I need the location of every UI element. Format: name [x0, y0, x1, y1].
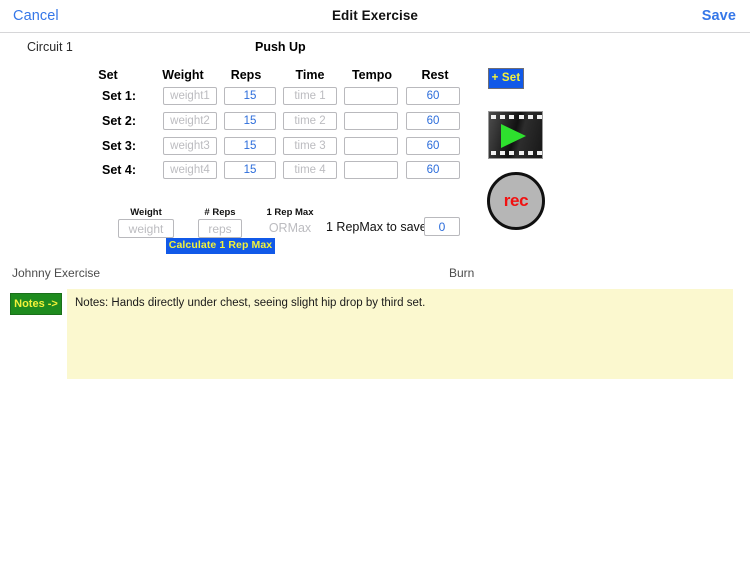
reps-input-set-2[interactable] — [224, 112, 276, 130]
rest-input-set-3[interactable] — [406, 137, 460, 155]
rest-input-set-2[interactable] — [406, 112, 460, 130]
tempo-input-set-1[interactable] — [344, 87, 398, 105]
notes-textarea[interactable] — [67, 289, 733, 379]
notes-button[interactable]: Notes -> — [10, 293, 62, 315]
repmax-weight-label: Weight — [130, 207, 162, 218]
weight-input-set-2[interactable] — [163, 112, 217, 130]
repmax-reps-label: # Reps — [204, 207, 236, 218]
column-header-rest: Rest — [421, 68, 449, 82]
rest-input-set-1[interactable] — [406, 87, 460, 105]
repmax-result-label: 1 Rep Max — [266, 207, 314, 218]
reps-input-set-3[interactable] — [224, 137, 276, 155]
rest-input-set-4[interactable] — [406, 161, 460, 179]
footer-burn-label: Burn — [449, 266, 475, 280]
footer-user-label: Johnny Exercise — [12, 266, 101, 280]
row-label-set-1: Set 1: — [102, 89, 137, 103]
repmax-result-value: ORMax — [268, 221, 312, 235]
row-label-set-4: Set 4: — [102, 163, 137, 177]
time-input-set-3[interactable] — [283, 137, 337, 155]
repmax-weight-input[interactable] — [118, 219, 174, 238]
repmax-to-save-label: 1 RepMax to save: — [326, 220, 431, 234]
exercise-name: Push Up — [255, 40, 306, 54]
tempo-input-set-2[interactable] — [344, 112, 398, 130]
weight-input-set-3[interactable] — [163, 137, 217, 155]
column-header-reps: Reps — [230, 68, 262, 82]
navigation-bar: Cancel Edit Exercise Save — [0, 0, 750, 33]
tempo-input-set-4[interactable] — [344, 161, 398, 179]
sets-table: Set Weight Reps Time Tempo Rest Set 1: S… — [0, 0, 750, 562]
weight-input-set-4[interactable] — [163, 161, 217, 179]
add-set-button[interactable]: + Set — [488, 68, 524, 89]
column-header-weight: Weight — [162, 68, 204, 82]
film-sprockets-bottom-icon — [489, 150, 542, 156]
tempo-input-set-3[interactable] — [344, 137, 398, 155]
record-button[interactable]: rec — [487, 172, 545, 230]
page-title: Edit Exercise — [331, 8, 419, 23]
circuit-label: Circuit 1 — [27, 40, 73, 54]
column-header-set: Set — [98, 68, 118, 82]
reps-input-set-4[interactable] — [224, 161, 276, 179]
column-header-time: Time — [295, 68, 325, 82]
repmax-to-save-input[interactable] — [424, 217, 460, 236]
film-sprockets-top-icon — [489, 114, 542, 120]
repmax-reps-input[interactable] — [198, 219, 242, 238]
time-input-set-1[interactable] — [283, 87, 337, 105]
play-triangle-icon — [501, 124, 526, 148]
calculate-one-rep-max-button[interactable]: Calculate 1 Rep Max — [166, 238, 275, 254]
video-play-button[interactable] — [488, 111, 543, 159]
reps-input-set-1[interactable] — [224, 87, 276, 105]
time-input-set-2[interactable] — [283, 112, 337, 130]
time-input-set-4[interactable] — [283, 161, 337, 179]
row-label-set-2: Set 2: — [102, 114, 137, 128]
column-header-tempo: Tempo — [351, 68, 393, 82]
row-label-set-3: Set 3: — [102, 139, 137, 153]
save-button[interactable]: Save — [702, 8, 736, 24]
weight-input-set-1[interactable] — [163, 87, 217, 105]
